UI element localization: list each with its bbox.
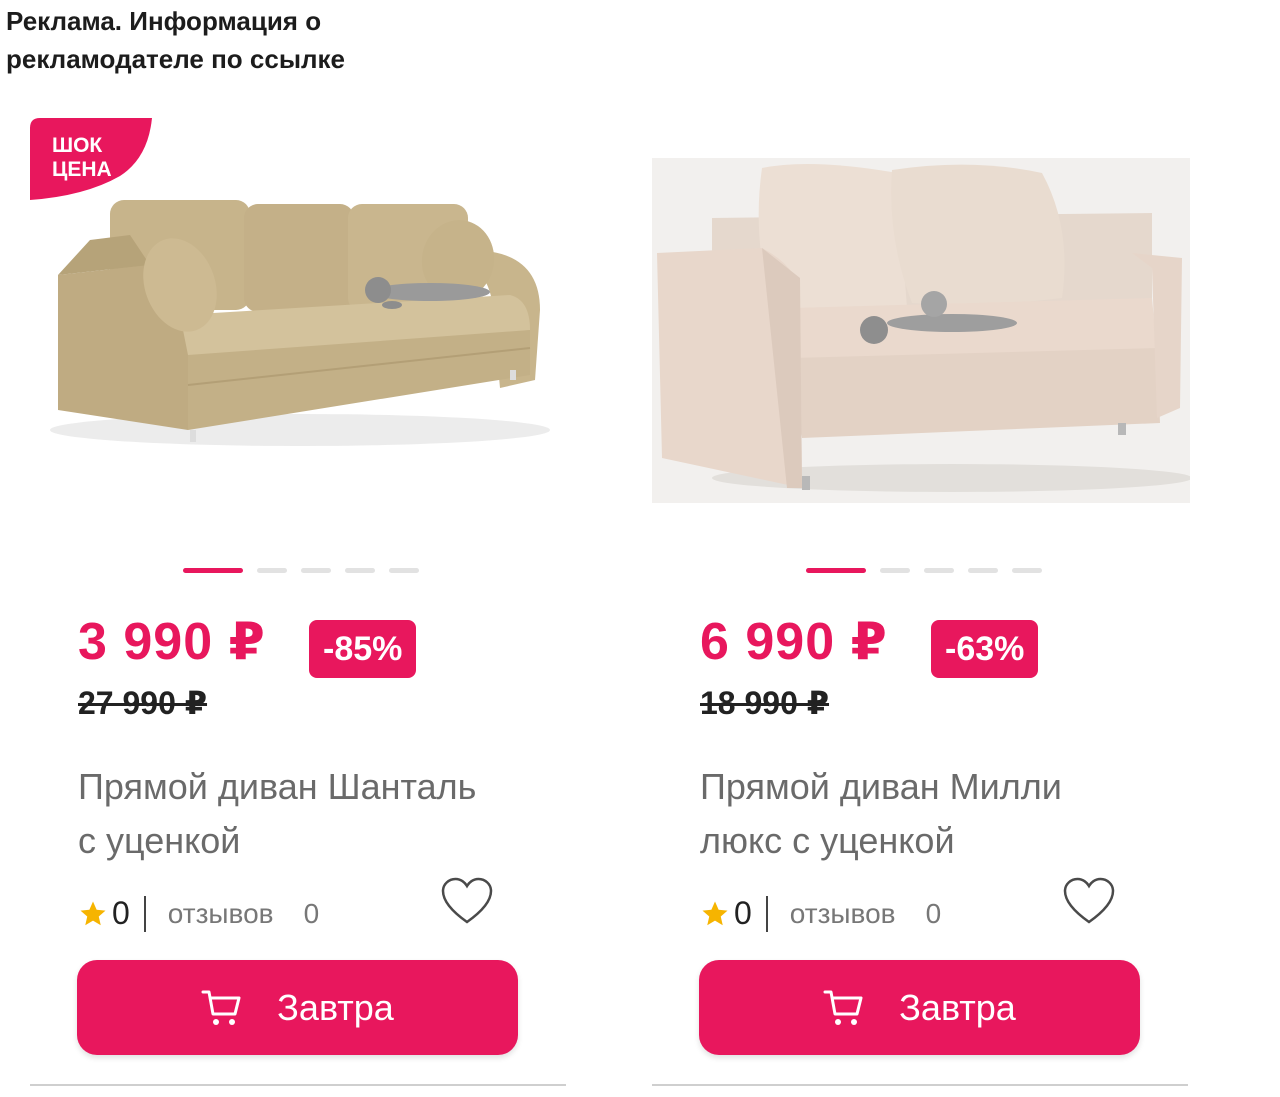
divider	[765, 895, 768, 932]
gallery-dot[interactable]	[257, 568, 287, 573]
ad-notice[interactable]: Реклама. Информация о рекламодателе по с…	[6, 2, 426, 78]
shock-price-badge-label: ШОК ЦЕНА	[52, 134, 112, 181]
reviews-label[interactable]: отзывов	[168, 898, 274, 930]
card-divider	[30, 1084, 566, 1086]
cart-icon	[823, 990, 863, 1025]
rating-row: 0 отзывов 0	[78, 895, 319, 932]
old-price: 18 990 ₽	[700, 685, 830, 721]
gallery-pagination[interactable]	[183, 568, 419, 573]
rating-value: 0	[112, 895, 130, 931]
reviews-count: 0	[303, 897, 320, 929]
heart-icon[interactable]	[1062, 876, 1116, 926]
old-price: 27 990 ₽	[78, 685, 208, 721]
star-icon	[702, 901, 728, 925]
add-to-cart-label: Завтра	[277, 986, 394, 1028]
divider	[143, 895, 146, 932]
discount-badge: -85%	[309, 620, 417, 678]
product-photo-sofa-cream[interactable]	[652, 158, 1190, 503]
add-to-cart-button[interactable]: Завтра	[77, 960, 518, 1055]
discount-badge: -63%	[931, 620, 1039, 678]
product-card[interactable]: ШОК ЦЕНА 3 990 ₽ -85% 27 990 ₽ Прямой ди…	[0, 100, 600, 1097]
add-to-cart-button[interactable]: Завтра	[699, 960, 1140, 1055]
star-icon	[80, 901, 106, 925]
reviews-count: 0	[925, 897, 942, 929]
gallery-dot-active[interactable]	[806, 568, 866, 573]
heart-icon[interactable]	[440, 876, 494, 926]
gallery-dot[interactable]	[968, 568, 998, 573]
gallery-dot[interactable]	[345, 568, 375, 573]
shock-price-badge: ШОК ЦЕНА	[30, 118, 152, 200]
cart-icon	[201, 990, 241, 1025]
reviews-label[interactable]: отзывов	[790, 898, 896, 930]
gallery-pagination[interactable]	[806, 568, 1042, 573]
gallery-dot-active[interactable]	[183, 568, 243, 573]
current-price: 3 990 ₽	[78, 613, 266, 671]
product-title[interactable]: Прямой диван Милли люкс с уценкой	[700, 760, 1120, 868]
card-divider	[652, 1084, 1188, 1086]
rating-value: 0	[734, 895, 752, 931]
gallery-dot[interactable]	[1012, 568, 1042, 573]
product-card[interactable]: 6 990 ₽ -63% 18 990 ₽ Прямой диван Милли…	[622, 100, 1222, 1097]
product-title[interactable]: Прямой диван Шанталь с уценкой	[78, 760, 498, 868]
gallery-dot[interactable]	[924, 568, 954, 573]
add-to-cart-label: Завтра	[899, 986, 1016, 1028]
gallery-dot[interactable]	[880, 568, 910, 573]
current-price: 6 990 ₽	[700, 613, 888, 671]
gallery-dot[interactable]	[301, 568, 331, 573]
gallery-dot[interactable]	[389, 568, 419, 573]
rating-row: 0 отзывов 0	[700, 895, 941, 932]
